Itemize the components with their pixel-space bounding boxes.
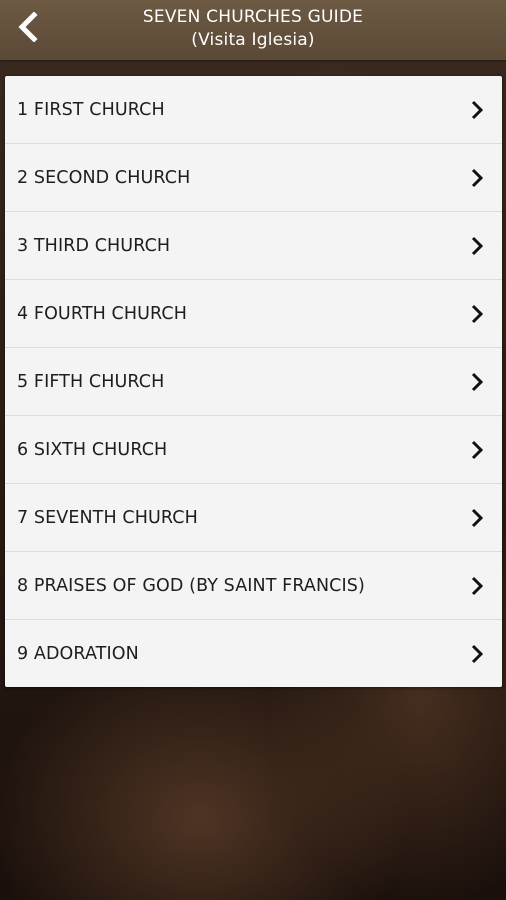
menu-item-fourth-church[interactable]: 4 FOURTH CHURCH xyxy=(5,280,502,348)
page-title: SEVEN CHURCHES GUIDE (Visita Iglesia) xyxy=(60,6,446,52)
header-title: SEVEN CHURCHES GUIDE xyxy=(142,7,364,27)
menu-item-first-church[interactable]: 1 FIRST CHURCH xyxy=(5,76,502,144)
chevron-right-icon xyxy=(471,644,484,663)
menu-item-second-church[interactable]: 2 SECOND CHURCH xyxy=(5,144,502,212)
menu-item-label: 5 FIFTH CHURCH xyxy=(17,371,165,392)
menu-item-label: 8 PRAISES OF GOD (BY SAINT FRANCIS) xyxy=(17,575,365,596)
menu-item-fifth-church[interactable]: 5 FIFTH CHURCH xyxy=(5,348,502,416)
chevron-right-icon xyxy=(471,576,484,595)
chevron-right-icon xyxy=(471,304,484,323)
menu-item-praises-of-god[interactable]: 8 PRAISES OF GOD (BY SAINT FRANCIS) xyxy=(5,552,502,620)
chevron-right-icon xyxy=(471,100,484,119)
menu-item-label: 3 THIRD CHURCH xyxy=(17,235,171,256)
chevron-right-icon xyxy=(471,508,484,527)
chevron-right-icon xyxy=(471,372,484,391)
menu-item-label: 2 SECOND CHURCH xyxy=(17,167,191,188)
chevron-left-icon xyxy=(18,12,38,42)
menu-item-label: 1 FIRST CHURCH xyxy=(17,99,165,120)
header-subtitle: (Visita Iglesia) xyxy=(191,30,315,50)
back-button[interactable] xyxy=(6,5,50,49)
menu-item-seventh-church[interactable]: 7 SEVENTH CHURCH xyxy=(5,484,502,552)
menu-item-label: 4 FOURTH CHURCH xyxy=(17,303,187,324)
menu-item-label: 7 SEVENTH CHURCH xyxy=(17,507,198,528)
chevron-right-icon xyxy=(471,168,484,187)
chevron-right-icon xyxy=(471,236,484,255)
menu-item-adoration[interactable]: 9 ADORATION xyxy=(5,620,502,687)
menu-item-third-church[interactable]: 3 THIRD CHURCH xyxy=(5,212,502,280)
menu-item-sixth-church[interactable]: 6 SIXTH CHURCH xyxy=(5,416,502,484)
chevron-right-icon xyxy=(471,440,484,459)
menu-item-label: 6 SIXTH CHURCH xyxy=(17,439,168,460)
menu-item-label: 9 ADORATION xyxy=(17,643,139,664)
app-header: SEVEN CHURCHES GUIDE (Visita Iglesia) xyxy=(0,0,506,60)
church-menu-list: 1 FIRST CHURCH 2 SECOND CHURCH 3 THIRD C… xyxy=(5,76,502,687)
